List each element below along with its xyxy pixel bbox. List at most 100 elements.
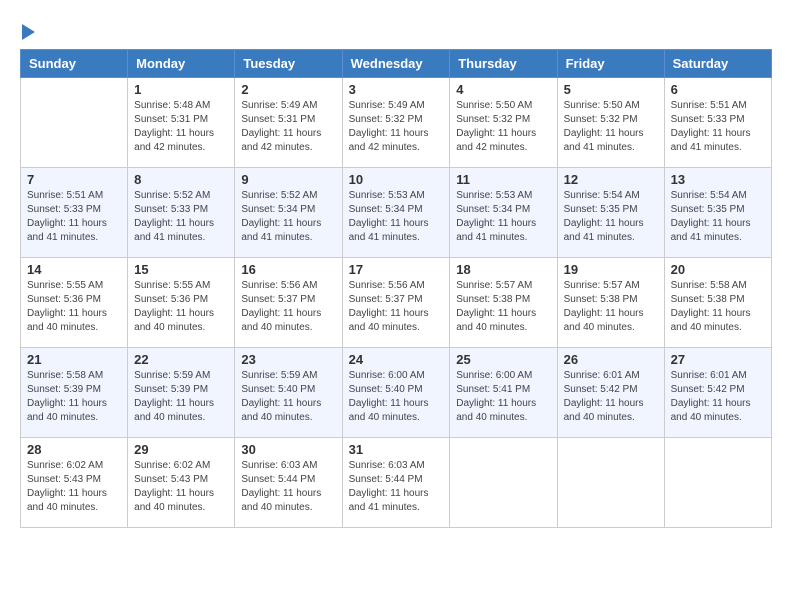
calendar-cell: 24Sunrise: 6:00 AMSunset: 5:40 PMDayligh… — [342, 348, 450, 438]
day-number: 20 — [671, 262, 765, 277]
sunrise-text: Sunrise: 5:54 AM — [671, 189, 765, 203]
daylight-text: Daylight: 11 hours and 41 minutes. — [349, 487, 444, 515]
day-number: 7 — [27, 172, 121, 187]
sunrise-text: Sunrise: 5:58 AM — [671, 279, 765, 293]
calendar-cell: 27Sunrise: 6:01 AMSunset: 5:42 PMDayligh… — [664, 348, 771, 438]
day-number: 9 — [241, 172, 335, 187]
day-info: Sunrise: 5:56 AMSunset: 5:37 PMDaylight:… — [241, 279, 335, 335]
daylight-text: Daylight: 11 hours and 40 minutes. — [564, 307, 658, 335]
day-number: 29 — [134, 442, 228, 457]
daylight-text: Daylight: 11 hours and 40 minutes. — [27, 307, 121, 335]
weekday-header-row: SundayMondayTuesdayWednesdayThursdayFrid… — [21, 50, 772, 78]
weekday-header-thursday: Thursday — [450, 50, 557, 78]
sunset-text: Sunset: 5:35 PM — [564, 203, 658, 217]
sunset-text: Sunset: 5:40 PM — [241, 383, 335, 397]
day-number: 1 — [134, 82, 228, 97]
sunset-text: Sunset: 5:42 PM — [671, 383, 765, 397]
calendar-cell: 17Sunrise: 5:56 AMSunset: 5:37 PMDayligh… — [342, 258, 450, 348]
day-info: Sunrise: 5:52 AMSunset: 5:33 PMDaylight:… — [134, 189, 228, 245]
day-info: Sunrise: 5:58 AMSunset: 5:38 PMDaylight:… — [671, 279, 765, 335]
sunrise-text: Sunrise: 6:03 AM — [241, 459, 335, 473]
weekday-header-sunday: Sunday — [21, 50, 128, 78]
logo — [20, 20, 35, 41]
sunrise-text: Sunrise: 5:57 AM — [564, 279, 658, 293]
sunrise-text: Sunrise: 5:50 AM — [456, 99, 550, 113]
day-info: Sunrise: 5:54 AMSunset: 5:35 PMDaylight:… — [564, 189, 658, 245]
day-info: Sunrise: 5:59 AMSunset: 5:39 PMDaylight:… — [134, 369, 228, 425]
daylight-text: Daylight: 11 hours and 40 minutes. — [134, 307, 228, 335]
sunrise-text: Sunrise: 5:54 AM — [564, 189, 658, 203]
sunset-text: Sunset: 5:39 PM — [134, 383, 228, 397]
daylight-text: Daylight: 11 hours and 40 minutes. — [564, 397, 658, 425]
sunset-text: Sunset: 5:42 PM — [564, 383, 658, 397]
day-info: Sunrise: 5:57 AMSunset: 5:38 PMDaylight:… — [564, 279, 658, 335]
sunset-text: Sunset: 5:39 PM — [27, 383, 121, 397]
day-number: 24 — [349, 352, 444, 367]
sunrise-text: Sunrise: 5:58 AM — [27, 369, 121, 383]
calendar-table: SundayMondayTuesdayWednesdayThursdayFrid… — [20, 49, 772, 528]
sunset-text: Sunset: 5:34 PM — [349, 203, 444, 217]
sunrise-text: Sunrise: 5:50 AM — [564, 99, 658, 113]
sunrise-text: Sunrise: 5:49 AM — [349, 99, 444, 113]
sunset-text: Sunset: 5:38 PM — [671, 293, 765, 307]
day-info: Sunrise: 6:03 AMSunset: 5:44 PMDaylight:… — [349, 459, 444, 515]
sunset-text: Sunset: 5:32 PM — [349, 113, 444, 127]
sunrise-text: Sunrise: 5:52 AM — [134, 189, 228, 203]
calendar-week-row: 28Sunrise: 6:02 AMSunset: 5:43 PMDayligh… — [21, 438, 772, 528]
day-number: 19 — [564, 262, 658, 277]
sunrise-text: Sunrise: 6:03 AM — [349, 459, 444, 473]
sunset-text: Sunset: 5:36 PM — [27, 293, 121, 307]
day-info: Sunrise: 5:51 AMSunset: 5:33 PMDaylight:… — [27, 189, 121, 245]
sunset-text: Sunset: 5:31 PM — [241, 113, 335, 127]
calendar-cell — [664, 438, 771, 528]
daylight-text: Daylight: 11 hours and 41 minutes. — [671, 127, 765, 155]
daylight-text: Daylight: 11 hours and 41 minutes. — [564, 127, 658, 155]
calendar-cell: 25Sunrise: 6:00 AMSunset: 5:41 PMDayligh… — [450, 348, 557, 438]
calendar-cell — [557, 438, 664, 528]
daylight-text: Daylight: 11 hours and 40 minutes. — [671, 397, 765, 425]
daylight-text: Daylight: 11 hours and 42 minutes. — [134, 127, 228, 155]
daylight-text: Daylight: 11 hours and 41 minutes. — [671, 217, 765, 245]
sunrise-text: Sunrise: 5:57 AM — [456, 279, 550, 293]
calendar-cell: 8 Sunrise: 5:52 AMSunset: 5:33 PMDaylight… — [128, 168, 235, 258]
daylight-text: Daylight: 11 hours and 40 minutes. — [134, 487, 228, 515]
daylight-text: Daylight: 11 hours and 41 minutes. — [564, 217, 658, 245]
calendar-week-row: 21Sunrise: 5:58 AMSunset: 5:39 PMDayligh… — [21, 348, 772, 438]
calendar-cell: 22 Sunrise: 5:59 AMSunset: 5:39 PMDayligh… — [128, 348, 235, 438]
day-info: Sunrise: 6:03 AMSunset: 5:44 PMDaylight:… — [241, 459, 335, 515]
calendar-cell: 10Sunrise: 5:53 AMSunset: 5:34 PMDayligh… — [342, 168, 450, 258]
calendar-cell: 3Sunrise: 5:49 AMSunset: 5:32 PMDaylight… — [342, 78, 450, 168]
calendar-cell: 30Sunrise: 6:03 AMSunset: 5:44 PMDayligh… — [235, 438, 342, 528]
sunrise-text: Sunrise: 6:01 AM — [671, 369, 765, 383]
calendar-cell: 6Sunrise: 5:51 AMSunset: 5:33 PMDaylight… — [664, 78, 771, 168]
sunrise-text: Sunrise: 5:56 AM — [241, 279, 335, 293]
day-number: 10 — [349, 172, 444, 187]
calendar-cell: 26Sunrise: 6:01 AMSunset: 5:42 PMDayligh… — [557, 348, 664, 438]
weekday-header-friday: Friday — [557, 50, 664, 78]
day-info: Sunrise: 6:00 AMSunset: 5:41 PMDaylight:… — [456, 369, 550, 425]
sunrise-text: Sunrise: 5:51 AM — [27, 189, 121, 203]
day-info: Sunrise: 5:59 AMSunset: 5:40 PMDaylight:… — [241, 369, 335, 425]
sunset-text: Sunset: 5:44 PM — [349, 473, 444, 487]
calendar-week-row: 7 Sunrise: 5:51 AMSunset: 5:33 PMDaylight… — [21, 168, 772, 258]
sunrise-text: Sunrise: 5:49 AM — [241, 99, 335, 113]
sunrise-text: Sunrise: 6:01 AM — [564, 369, 658, 383]
day-number: 18 — [456, 262, 550, 277]
day-number: 15 — [134, 262, 228, 277]
daylight-text: Daylight: 11 hours and 42 minutes. — [241, 127, 335, 155]
day-info: Sunrise: 5:55 AMSunset: 5:36 PMDaylight:… — [134, 279, 228, 335]
day-number: 13 — [671, 172, 765, 187]
day-number: 22 — [134, 352, 228, 367]
day-number: 8 — [134, 172, 228, 187]
day-number: 23 — [241, 352, 335, 367]
calendar-cell: 4Sunrise: 5:50 AMSunset: 5:32 PMDaylight… — [450, 78, 557, 168]
calendar-cell: 14Sunrise: 5:55 AMSunset: 5:36 PMDayligh… — [21, 258, 128, 348]
sunrise-text: Sunrise: 5:53 AM — [456, 189, 550, 203]
day-number: 6 — [671, 82, 765, 97]
calendar-cell: 23 Sunrise: 5:59 AMSunset: 5:40 PMDayligh… — [235, 348, 342, 438]
calendar-week-row: 1 Sunrise: 5:48 AMSunset: 5:31 PMDaylight… — [21, 78, 772, 168]
sunset-text: Sunset: 5:33 PM — [671, 113, 765, 127]
day-number: 2 — [241, 82, 335, 97]
day-info: Sunrise: 6:02 AMSunset: 5:43 PMDaylight:… — [134, 459, 228, 515]
day-info: Sunrise: 5:48 AMSunset: 5:31 PMDaylight:… — [134, 99, 228, 155]
